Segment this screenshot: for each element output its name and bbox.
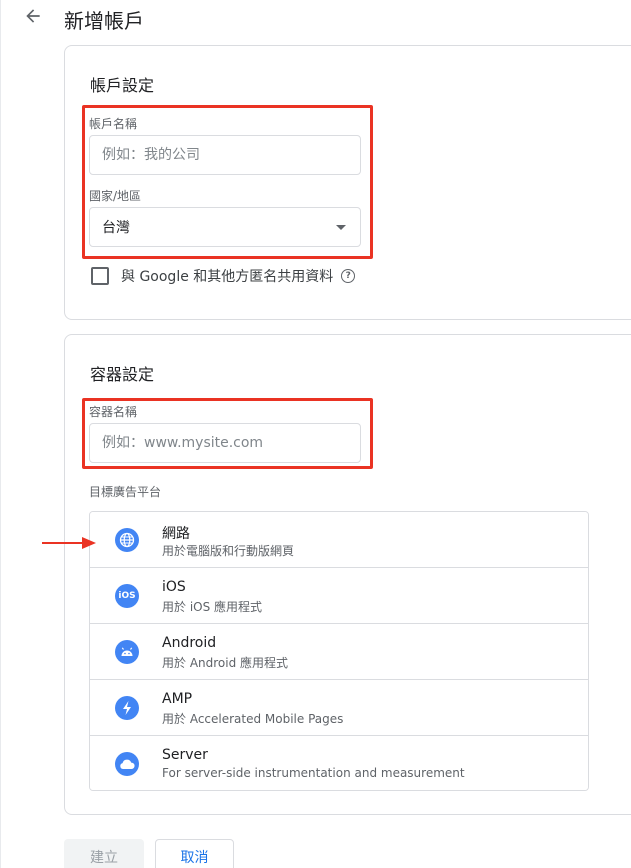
annotation-arrow-icon (42, 537, 96, 549)
account-name-input[interactable] (89, 135, 361, 175)
back-button[interactable] (20, 3, 46, 29)
platform-description: 用於 Accelerated Mobile Pages (162, 712, 344, 726)
share-data-checkbox[interactable] (91, 267, 109, 285)
page-title: 新增帳戶 (64, 9, 144, 33)
create-button[interactable]: 建立 (64, 839, 144, 868)
container-settings-title: 容器設定 (90, 365, 155, 384)
container-name-label: 容器名稱 (89, 405, 138, 419)
globe-icon (115, 528, 139, 552)
platform-option-amp[interactable]: AMP 用於 Accelerated Mobile Pages (90, 680, 588, 736)
android-icon (115, 640, 139, 664)
account-settings-title: 帳戶設定 (90, 76, 155, 95)
country-select-value: 台灣 (102, 220, 130, 236)
target-platform-label: 目標廣告平台 (89, 485, 162, 499)
platform-description: For server-side instrumentation and meas… (162, 766, 465, 780)
platform-name: AMP (162, 691, 193, 707)
arrow-back-icon (26, 9, 40, 23)
divider (0, 0, 1, 868)
share-data-row: 與 Google 和其他方匿名共用資料 ? (91, 266, 356, 286)
cancel-button[interactable]: 取消 (155, 839, 234, 868)
container-name-input[interactable] (89, 423, 361, 463)
share-data-label: 與 Google 和其他方匿名共用資料 (121, 269, 334, 285)
ios-icon: iOS (115, 584, 139, 608)
country-label: 國家/地區 (89, 189, 142, 203)
platform-list: 網路 用於電腦版和行動版網頁 iOS iOS 用於 iOS 應用程式 Andro… (89, 511, 589, 791)
platform-option-ios[interactable]: iOS iOS 用於 iOS 應用程式 (90, 568, 588, 624)
platform-name: Server (162, 747, 208, 763)
platform-name: 網路 (162, 526, 190, 542)
account-name-label: 帳戶名稱 (89, 117, 138, 131)
platform-option-web[interactable]: 網路 用於電腦版和行動版網頁 (90, 512, 588, 568)
page: 新增帳戶 帳戶設定 帳戶名稱 國家/地區 台灣 與 Google 和其他方匿名共… (0, 0, 631, 868)
platform-option-server[interactable]: Server For server-side instrumentation a… (90, 736, 588, 790)
platform-description: 用於 iOS 應用程式 (162, 600, 263, 614)
platform-description: 用於電腦版和行動版網頁 (162, 544, 295, 558)
help-icon[interactable]: ? (341, 269, 356, 283)
bolt-icon (115, 696, 139, 720)
platform-name: iOS (162, 579, 186, 595)
cloud-icon (115, 752, 139, 776)
platform-description: 用於 Android 應用程式 (162, 656, 289, 670)
country-select[interactable]: 台灣 (89, 207, 361, 247)
dropdown-arrow-icon (336, 225, 346, 230)
platform-option-android[interactable]: Android 用於 Android 應用程式 (90, 624, 588, 680)
platform-name: Android (162, 635, 217, 651)
